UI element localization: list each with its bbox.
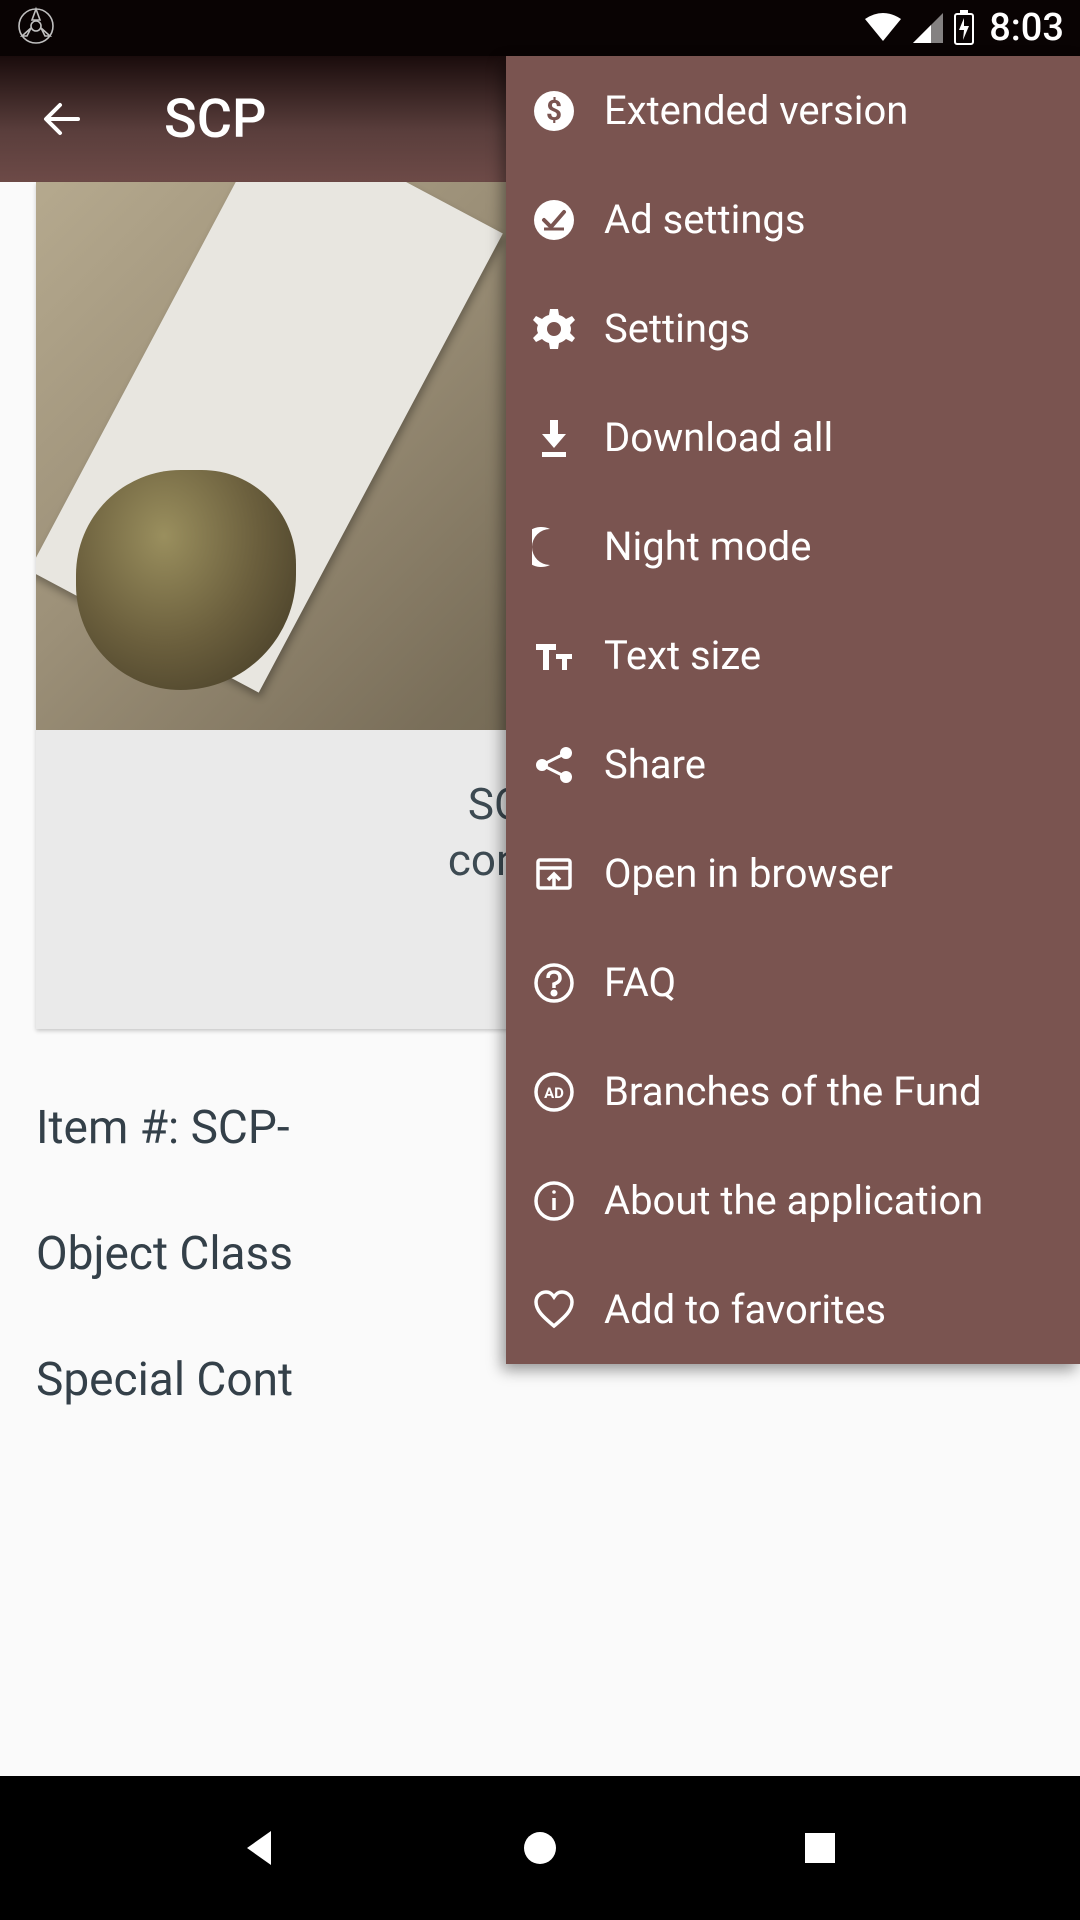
- help-circle-icon: [532, 961, 576, 1005]
- page-title: SCP: [164, 88, 266, 151]
- check-circle-icon: [532, 198, 576, 242]
- menu-item-label: Extended version: [604, 87, 908, 134]
- menu-item-download-all[interactable]: Download all: [506, 383, 1080, 492]
- menu-item-extended-version[interactable]: $ Extended version: [506, 56, 1080, 165]
- menu-item-label: Branches of the Fund: [604, 1068, 982, 1115]
- battery-charging-icon: [953, 10, 975, 46]
- gear-icon: [532, 307, 576, 351]
- menu-item-ad-settings[interactable]: Ad settings: [506, 165, 1080, 274]
- menu-item-faq[interactable]: FAQ: [506, 928, 1080, 1037]
- nav-back-button[interactable]: [224, 1812, 296, 1884]
- info-circle-icon: [532, 1179, 576, 1223]
- text-size-icon: [532, 634, 576, 678]
- heart-icon: [532, 1288, 576, 1332]
- status-bar-left: [16, 6, 56, 50]
- status-bar: 8:03: [0, 0, 1080, 56]
- wifi-icon: [863, 11, 903, 45]
- menu-item-settings[interactable]: Settings: [506, 274, 1080, 383]
- menu-item-label: Night mode: [604, 523, 811, 570]
- menu-item-add-to-favorites[interactable]: Add to favorites: [506, 1255, 1080, 1364]
- menu-item-label: Ad settings: [604, 196, 806, 243]
- menu-item-label: Share: [604, 741, 706, 788]
- menu-item-label: Add to favorites: [604, 1286, 886, 1333]
- menu-item-label: Settings: [604, 305, 750, 352]
- svg-text:$: $: [546, 94, 562, 127]
- svg-text:AD: AD: [544, 1084, 564, 1102]
- open-in-browser-icon: [532, 852, 576, 896]
- menu-item-night-mode[interactable]: Night mode: [506, 492, 1080, 601]
- share-icon: [532, 743, 576, 787]
- menu-item-label: About the application: [604, 1177, 983, 1224]
- menu-item-label: FAQ: [604, 959, 676, 1006]
- nav-home-button[interactable]: [504, 1812, 576, 1884]
- dollar-circle-icon: $: [532, 89, 576, 133]
- screen-root: 8:03 SCP SCP-68 containm Item #: SCP- Ob…: [0, 0, 1080, 1920]
- nav-recent-button[interactable]: [784, 1812, 856, 1884]
- status-bar-right: 8:03: [863, 6, 1064, 50]
- menu-item-label: Text size: [604, 632, 761, 679]
- cell-signal-icon: [911, 11, 945, 45]
- ad-circle-icon: AD: [532, 1070, 576, 1114]
- menu-item-open-in-browser[interactable]: Open in browser: [506, 819, 1080, 928]
- menu-item-label: Download all: [604, 414, 833, 461]
- menu-item-label: Open in browser: [604, 850, 893, 897]
- scp-logo-icon: [16, 6, 56, 50]
- menu-item-branches[interactable]: AD Branches of the Fund: [506, 1037, 1080, 1146]
- menu-item-about[interactable]: About the application: [506, 1146, 1080, 1255]
- moon-icon: [532, 525, 576, 569]
- status-time: 8:03: [989, 6, 1064, 50]
- back-button[interactable]: [36, 91, 92, 147]
- overflow-menu: $ Extended version Ad settings Settings …: [506, 56, 1080, 1364]
- download-icon: [532, 416, 576, 460]
- menu-item-text-size[interactable]: Text size: [506, 601, 1080, 710]
- system-nav-bar: [0, 1776, 1080, 1920]
- menu-item-share[interactable]: Share: [506, 710, 1080, 819]
